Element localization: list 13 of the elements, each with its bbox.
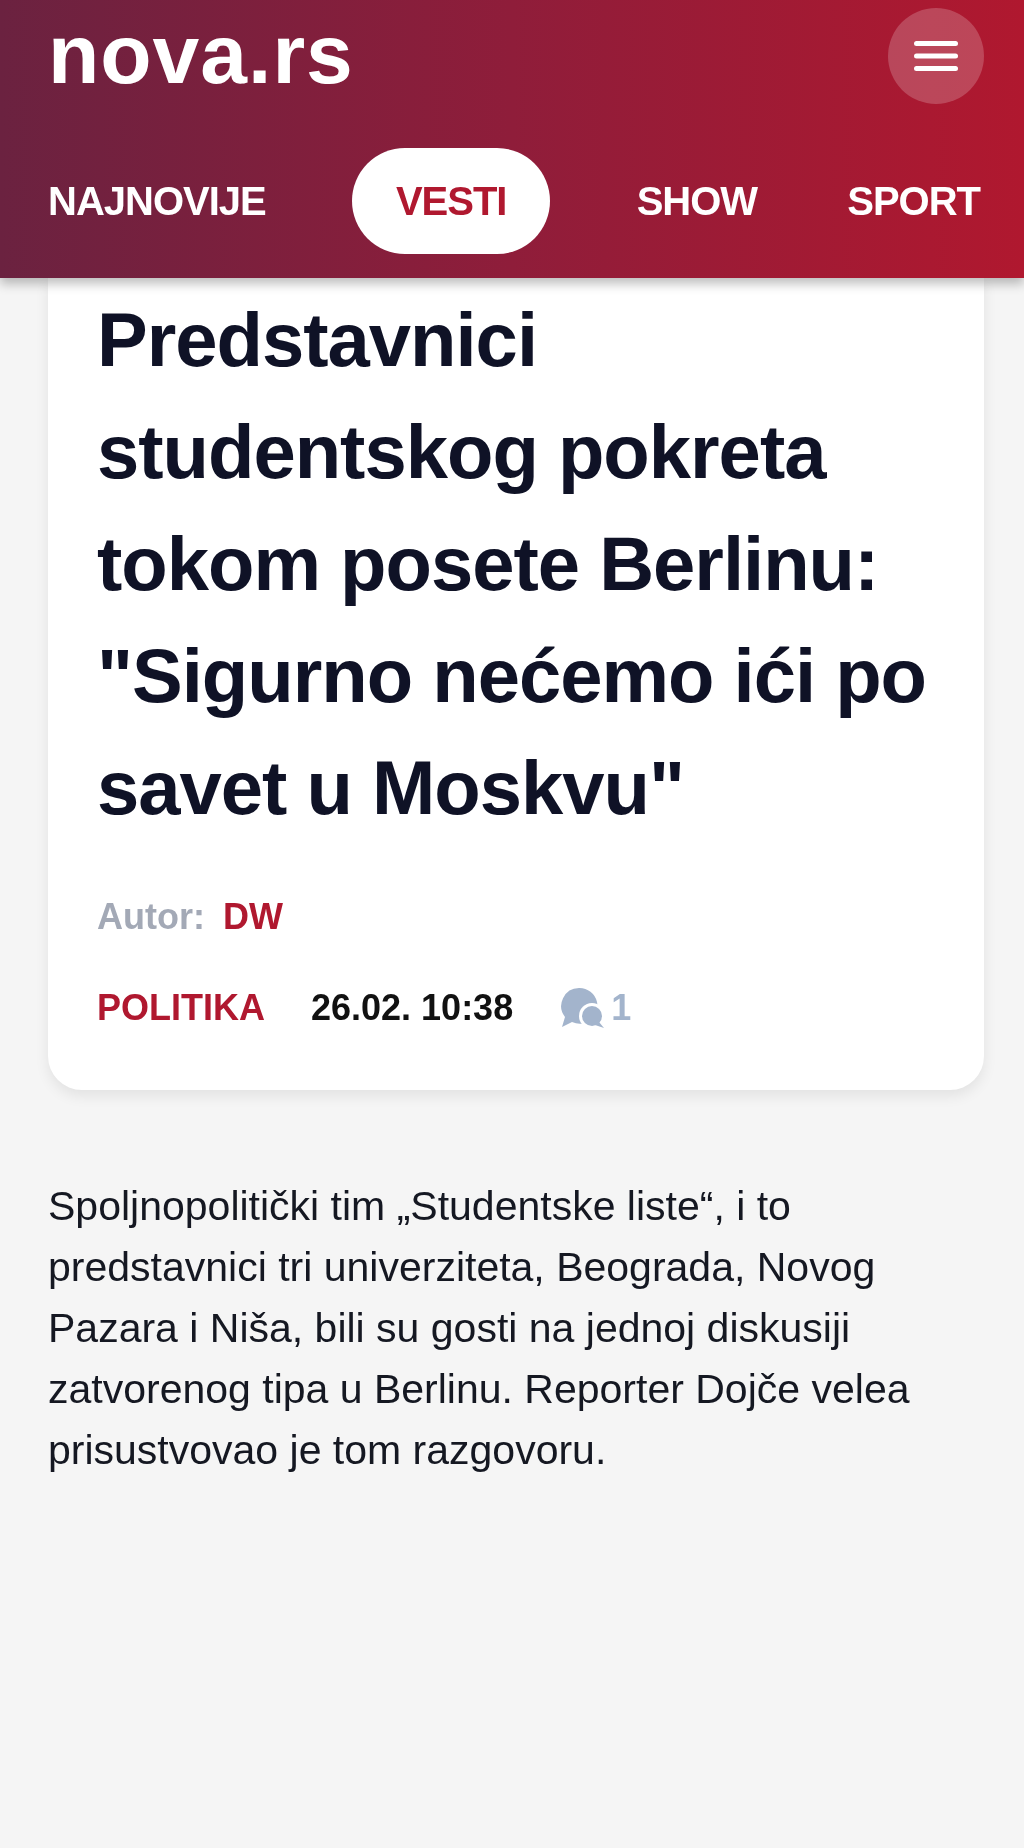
category-link[interactable]: POLITIKA	[97, 987, 265, 1029]
menu-icon	[914, 39, 958, 73]
nav-tab[interactable]: NAJNOVIJE	[44, 148, 270, 254]
nav-tab[interactable]: VESTI	[351, 148, 551, 254]
nav-tab[interactable]: SHOW	[632, 148, 762, 254]
nav-tab[interactable]: SPORT	[843, 148, 984, 254]
author-label: Autor:	[97, 896, 205, 938]
lead-paragraph: Spoljnopolitički tim „Studentske liste“, i to predstavnici tri univerziteta, Beograda, Novog Pazara i Niša, bili su gosti na jednoj diskusiji zatvorenog tipa u Berlinu. Reporter Dojče velea prisustvovao je tom razgovoru.	[48, 1182, 911, 1475]
article-title: Predstavnici studentskog pokreta tokom posete Berlinu: "Sigurno nećemo ići po savet u Moskvu"	[97, 296, 928, 832]
logo[interactable]: nova.rs	[48, 12, 354, 96]
comment-count: 1	[611, 987, 632, 1029]
author-link[interactable]: DW	[222, 896, 283, 938]
publish-date: 26.02. 10:38	[311, 987, 514, 1029]
